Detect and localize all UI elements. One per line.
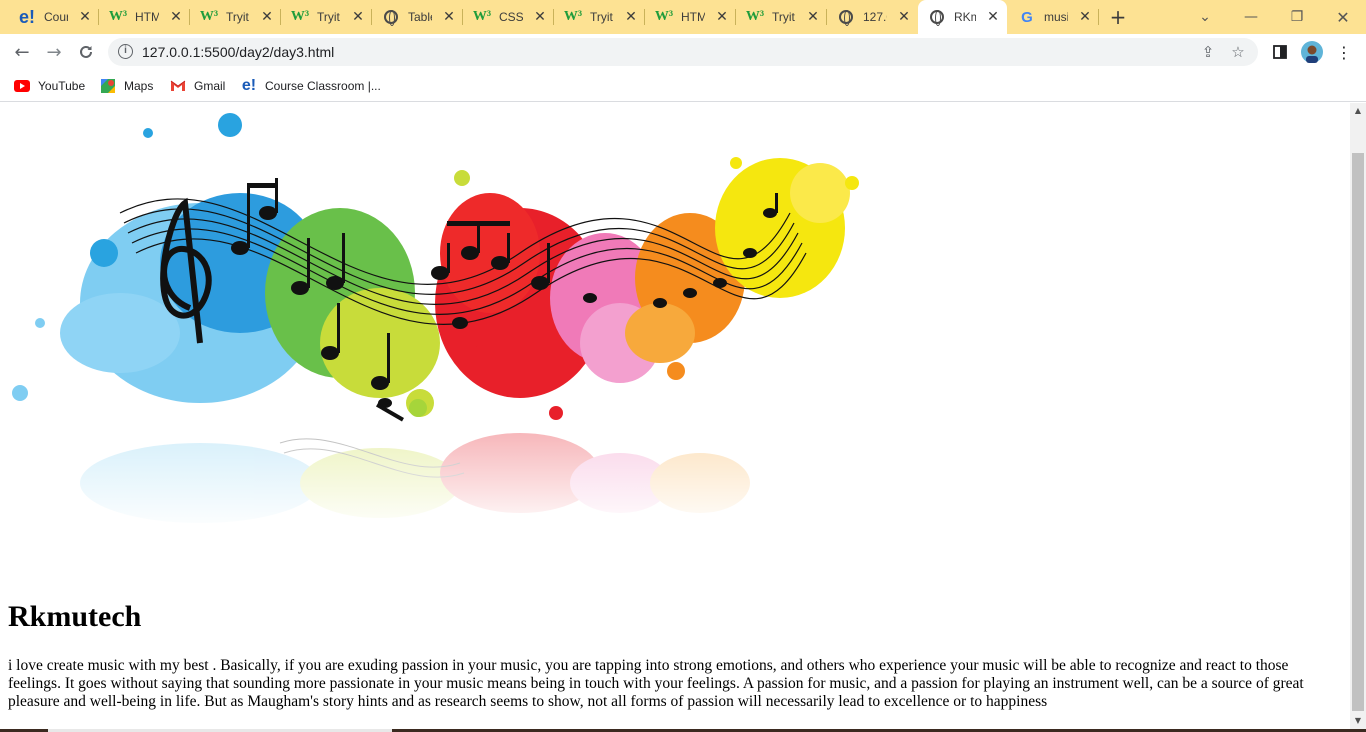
- browser-toolbar: ← → i 127.0.0.1:5500/day2/day3.html ⇪ ☆ …: [0, 34, 1366, 70]
- tab-item[interactable]: e! Cour ✕: [8, 0, 99, 34]
- w3schools-favicon: W³: [563, 9, 583, 24]
- tab-title: Tryit: [226, 10, 249, 24]
- tab-title: HTM: [681, 10, 705, 24]
- avatar-icon: [1301, 41, 1323, 63]
- tab-strip: e! Cour ✕ W³ HTM ✕ W³ Tryit ✕ W³ Tryit ✕…: [0, 0, 1366, 34]
- share-icon[interactable]: ⇪: [1198, 42, 1218, 62]
- youtube-icon: [14, 78, 30, 94]
- close-icon[interactable]: ✕: [350, 9, 366, 25]
- site-info-icon[interactable]: i: [118, 44, 133, 59]
- tab-title: Tryit: [590, 10, 613, 24]
- bookmark-course-classroom[interactable]: e! Course Classroom |...: [241, 76, 381, 96]
- bookmark-maps[interactable]: Maps: [100, 76, 153, 96]
- tab-title: musi: [1044, 10, 1068, 24]
- reload-button[interactable]: [72, 38, 100, 66]
- tab-title: RKm: [954, 10, 976, 24]
- tab-item[interactable]: W³ Tryit ✕: [190, 0, 281, 34]
- edureka-favicon: e!: [18, 7, 35, 27]
- w3schools-favicon: W³: [199, 9, 219, 24]
- tab-item[interactable]: Table ✕: [372, 0, 463, 34]
- page-viewport: Rkmutech i love create music with my bes…: [0, 103, 1350, 729]
- address-bar[interactable]: i 127.0.0.1:5500/day2/day3.html ⇪ ☆: [108, 38, 1258, 66]
- minimize-button[interactable]: —: [1228, 0, 1274, 34]
- scroll-down-arrow-icon[interactable]: ▼: [1350, 713, 1366, 729]
- bookmark-youtube[interactable]: YouTube: [14, 76, 85, 96]
- close-icon[interactable]: ✕: [532, 9, 548, 25]
- w3schools-favicon: W³: [745, 9, 765, 24]
- vertical-scrollbar[interactable]: ▲ ▼: [1350, 103, 1366, 729]
- bookmark-label: YouTube: [38, 79, 86, 93]
- close-icon[interactable]: ✕: [623, 9, 639, 25]
- tab-title: Tryit: [772, 10, 795, 24]
- scroll-up-arrow-icon[interactable]: ▲: [1350, 103, 1366, 119]
- tab-item[interactable]: G musi ✕: [1008, 0, 1099, 34]
- tab-item[interactable]: W³ CSS I ✕: [463, 0, 554, 34]
- close-icon[interactable]: ✕: [805, 9, 821, 25]
- close-icon[interactable]: ✕: [1077, 9, 1093, 25]
- page-paragraph: i love create music with my best . Basic…: [8, 657, 1304, 710]
- gmail-icon: [170, 78, 186, 94]
- restore-button[interactable]: ❐: [1274, 0, 1320, 34]
- tab-item[interactable]: W³ Tryit ✕: [281, 0, 372, 34]
- tab-title: Table: [408, 10, 432, 24]
- bookmarks-bar: YouTube Maps Gmail e! Course Classroom |…: [0, 70, 1366, 102]
- window-close-button[interactable]: ✕: [1320, 0, 1366, 34]
- globe-icon: [928, 8, 946, 26]
- bookmark-gmail[interactable]: Gmail: [170, 76, 225, 96]
- tab-item[interactable]: W³ Tryit ✕: [736, 0, 827, 34]
- w3schools-favicon: W³: [108, 9, 128, 24]
- w3schools-favicon: W³: [472, 9, 492, 24]
- forward-button[interactable]: →: [40, 38, 68, 66]
- music-splash-image: [0, 113, 870, 533]
- bookmark-label: Maps: [124, 79, 154, 93]
- globe-icon: [382, 8, 400, 26]
- w3schools-favicon: W³: [654, 9, 674, 24]
- address-url[interactable]: 127.0.0.1:5500/day2/day3.html: [142, 44, 334, 60]
- close-icon[interactable]: ✕: [77, 9, 93, 25]
- back-button[interactable]: ←: [8, 38, 36, 66]
- side-panel-icon: [1273, 45, 1287, 59]
- tab-item[interactable]: 127.0 ✕: [827, 0, 918, 34]
- close-icon[interactable]: ✕: [259, 9, 275, 25]
- close-icon[interactable]: ✕: [441, 9, 457, 25]
- tab-title: HTM: [135, 10, 159, 24]
- scrollbar-thumb[interactable]: [1352, 153, 1364, 711]
- edureka-favicon: e!: [241, 77, 257, 94]
- tab-item-active[interactable]: RKm ✕: [918, 0, 1007, 34]
- google-favicon: G: [1021, 8, 1033, 26]
- tab-item[interactable]: W³ HTM ✕: [645, 0, 736, 34]
- tab-item[interactable]: W³ HTM ✕: [99, 0, 190, 34]
- side-panel-button[interactable]: [1266, 38, 1294, 66]
- close-icon[interactable]: ✕: [168, 9, 184, 25]
- globe-icon: [837, 8, 855, 26]
- reload-icon: [80, 45, 92, 58]
- page-heading: Rkmutech: [8, 600, 142, 633]
- close-icon[interactable]: ✕: [985, 9, 1001, 25]
- profile-avatar[interactable]: [1298, 38, 1326, 66]
- tab-search-icon[interactable]: ⌄: [1182, 0, 1228, 34]
- bookmark-star-icon[interactable]: ☆: [1228, 42, 1248, 62]
- tab-title: Cour: [44, 10, 68, 24]
- close-icon[interactable]: ✕: [714, 9, 730, 25]
- tab-title: 127.0: [863, 10, 887, 24]
- maps-icon: [100, 78, 116, 94]
- bookmark-label: Gmail: [194, 79, 226, 93]
- new-tab-button[interactable]: +: [1106, 6, 1130, 28]
- w3schools-favicon: W³: [290, 9, 310, 24]
- bookmark-label: Course Classroom |...: [265, 79, 381, 93]
- menu-kebab-icon[interactable]: ⋮: [1330, 38, 1358, 66]
- close-icon[interactable]: ✕: [896, 9, 912, 25]
- tab-title: CSS I: [499, 10, 523, 24]
- tab-title: Tryit: [317, 10, 340, 24]
- tab-item[interactable]: W³ Tryit ✕: [554, 0, 645, 34]
